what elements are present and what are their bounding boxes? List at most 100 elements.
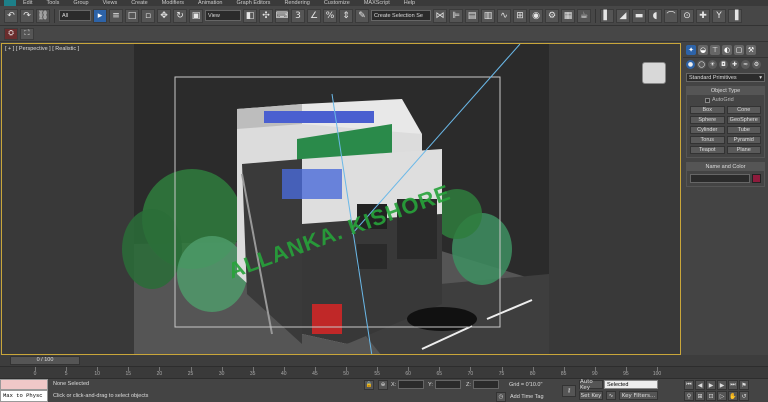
hierarchy-tab-icon[interactable]: ⊤ [710,45,720,55]
schematic-view-icon[interactable]: ⊞ [513,8,527,23]
tool-5-icon[interactable]: ⌒ [664,8,678,23]
next-frame-icon[interactable]: ▶ [717,380,727,390]
box-button[interactable]: Box [690,106,725,114]
key-filters-button[interactable]: Key Filters... [619,391,658,400]
keyboard-shortcut-icon[interactable]: ⌨ [275,8,289,23]
cameras-icon[interactable]: ◘ [719,60,728,69]
render-setup-icon[interactable]: ⚙ [545,8,559,23]
tube-button[interactable]: Tube [726,126,761,134]
auto-key-target-dropdown[interactable]: Selected [604,380,658,389]
absolute-mode-icon[interactable]: ⊕ [378,380,388,390]
spinner-snap-icon[interactable]: ⇕ [339,8,353,23]
geometry-icon[interactable]: ● [686,60,695,69]
render-production-icon[interactable]: ☕ [577,8,591,23]
category-dropdown[interactable]: Standard Primitives ▾ [686,73,765,82]
mirror-icon[interactable]: ⋈ [433,8,447,23]
material-editor-icon[interactable]: ◉ [529,8,543,23]
align-icon[interactable]: ⊫ [449,8,463,23]
zoom-extents-icon[interactable]: ⊡ [706,391,716,401]
autogrid-checkbox[interactable] [705,97,710,103]
reference-coord-dropdown[interactable]: View [205,10,241,21]
lock-selection-icon[interactable]: 🔒 [364,380,374,390]
object-name-input[interactable] [690,174,750,183]
named-selection-set-dropdown[interactable]: Create Selection Se [371,10,431,21]
geosphere-button[interactable]: GeoSphere [726,116,761,124]
zoom-icon[interactable]: ⚲ [684,391,694,401]
time-tag-icon[interactable]: ◷ [496,392,506,402]
curve-editor-icon[interactable]: ∿ [497,8,511,23]
select-manipulate-icon[interactable]: ✣ [259,8,273,23]
tool-8-icon[interactable]: Y [712,8,726,23]
auto-key-button[interactable]: Auto Key [579,379,603,391]
ribbon-icon[interactable]: ▥ [481,8,495,23]
add-time-tag[interactable]: Add Time Tag [510,394,544,400]
teapot-button[interactable]: Teapot [690,146,725,154]
tool-2-icon[interactable]: ◢ [616,8,630,23]
edit-named-sel-icon[interactable]: ✎ [355,8,369,23]
link-icon[interactable]: ⛓ [36,8,50,23]
maxscript-listener-top[interactable] [0,379,48,390]
orbit-icon[interactable]: ↺ [739,391,749,401]
tool-9-icon[interactable]: ▐ [728,8,742,23]
torus-button[interactable]: Torus [690,136,725,144]
tool-4-icon[interactable]: ◖ [648,8,662,23]
percent-snap-icon[interactable]: % [323,8,337,23]
x-coord-input[interactable] [398,380,424,389]
display-tab-icon[interactable]: ▢ [734,45,744,55]
selection-filter-dropdown[interactable]: All [59,10,91,21]
helpers-icon[interactable]: ✚ [730,60,739,69]
tool-6-icon[interactable]: ⊙ [680,8,694,23]
object-type-header[interactable]: Object Type [687,87,764,95]
move-icon[interactable]: ✥ [157,8,171,23]
modify-tab-icon[interactable]: ◒ [698,45,708,55]
set-key-button[interactable]: Set Key [579,391,603,400]
tool-1-icon[interactable]: ▌ [600,8,614,23]
rect-selection-icon[interactable]: □ [125,8,139,23]
sphere-button[interactable]: Sphere [690,116,725,124]
snap-toggle-icon[interactable]: 3 [291,8,305,23]
angle-snap-icon[interactable]: ∠ [307,8,321,23]
shapes-icon[interactable]: ◯ [697,60,706,69]
play-icon[interactable]: ▶ [706,380,716,390]
name-color-header[interactable]: Name and Color [687,163,764,171]
pan-icon[interactable]: ✋ [728,391,738,401]
motion-tab-icon[interactable]: ◐ [722,45,732,55]
scale-icon[interactable]: ▣ [189,8,203,23]
viewcube-icon[interactable] [642,62,666,84]
lights-icon[interactable]: ☀ [708,60,717,69]
plane-button[interactable]: Plane [726,146,761,154]
field-of-view-icon[interactable]: ▷ [717,391,727,401]
extra-tool-2-icon[interactable]: ⛶ [20,27,34,40]
key-mode-icon[interactable]: ∿ [606,391,616,400]
select-object-icon[interactable]: ▸ [93,8,107,23]
go-to-start-icon[interactable]: ⏮ [684,380,694,390]
systems-icon[interactable]: ⚙ [752,60,761,69]
cone-button[interactable]: Cone [726,106,761,114]
maxscript-listener-input[interactable]: Max to Physc [0,390,48,402]
rendered-frame-icon[interactable]: ▦ [561,8,575,23]
redo-icon[interactable]: ↷ [20,8,34,23]
perspective-viewport[interactable]: [ + ] [ Perspective ] [ Realistic ] ALLA… [1,43,681,355]
create-tab-icon[interactable]: ✦ [686,45,696,55]
tool-7-icon[interactable]: ✚ [696,8,710,23]
layer-manager-icon[interactable]: ▤ [465,8,479,23]
undo-icon[interactable]: ↶ [4,8,18,23]
y-coord-input[interactable] [435,380,461,389]
rotate-icon[interactable]: ↻ [173,8,187,23]
select-by-name-icon[interactable]: ≡ [109,8,123,23]
time-slider[interactable]: 0 / 100 [10,356,80,365]
object-color-swatch[interactable] [752,174,761,183]
window-crossing-icon[interactable]: ▫ [141,8,155,23]
pyramid-button[interactable]: Pyramid [726,136,761,144]
track-bar[interactable]: 0 5 10 15 20 25 30 35 40 45 50 55 60 65 70 75 80 85 90 95 10… [0,366,768,378]
tool-3-icon[interactable]: ▬ [632,8,646,23]
utilities-tab-icon[interactable]: ⚒ [746,45,756,55]
previous-frame-icon[interactable]: ◀ [695,380,705,390]
key-icon[interactable]: ⚷ [562,385,576,397]
viewport-label[interactable]: [ + ] [ Perspective ] [ Realistic ] [5,46,79,52]
cylinder-button[interactable]: Cylinder [690,126,725,134]
pivot-icon[interactable]: ◧ [243,8,257,23]
extra-tool-1-icon[interactable]: ⛭ [4,27,18,40]
zoom-all-icon[interactable]: ⊞ [695,391,705,401]
key-mode-toggle-icon[interactable]: ⚑ [739,380,749,390]
